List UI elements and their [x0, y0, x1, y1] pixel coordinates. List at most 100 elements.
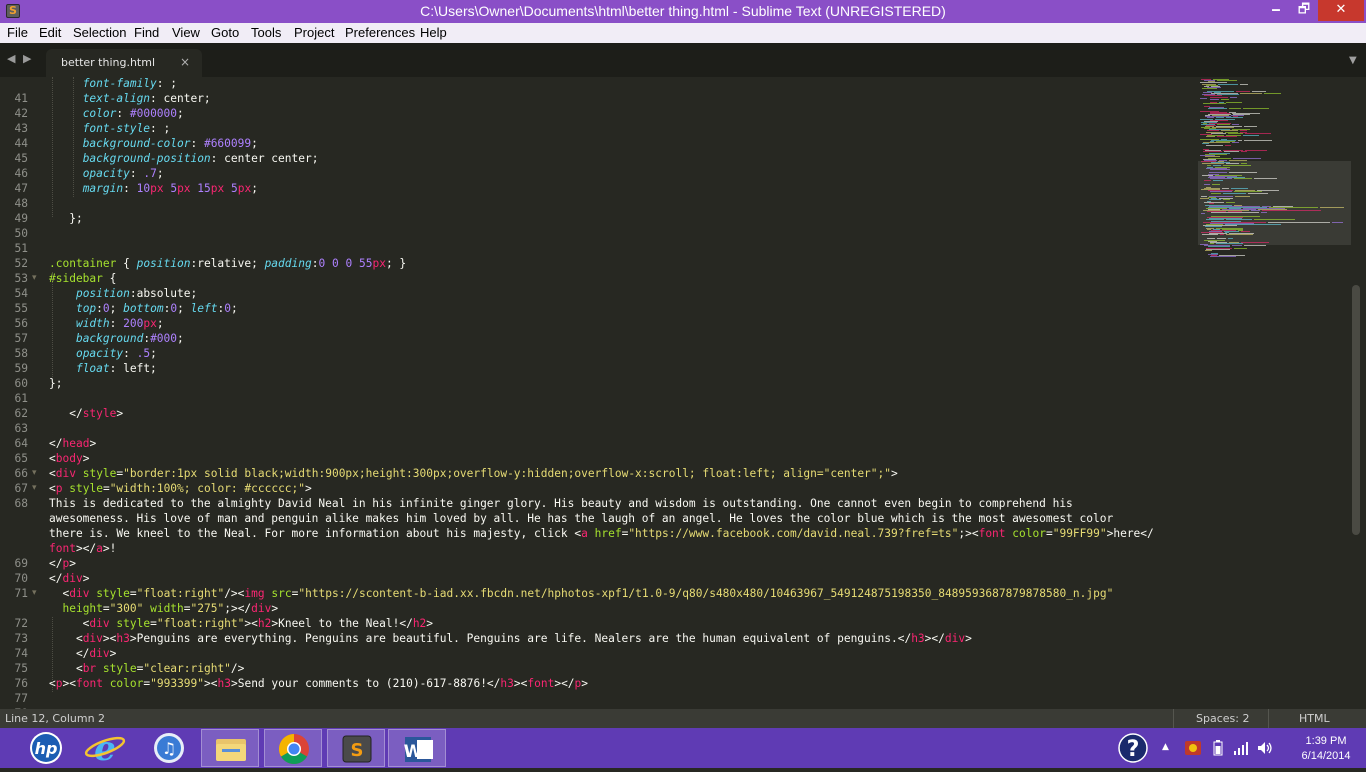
tab-better-thing[interactable]: better thing.html ×	[46, 49, 202, 77]
code-line[interactable]: <p><font color="993399"><h3>Send your co…	[49, 676, 588, 691]
code-line[interactable]: font-family: ;	[49, 77, 177, 91]
code-line[interactable]: background-position: center center;	[49, 151, 319, 166]
syntax-setting[interactable]: HTML	[1299, 712, 1330, 725]
code-line[interactable]: #sidebar {	[49, 271, 116, 286]
restore-button[interactable]: 🗗	[1290, 0, 1318, 21]
line-number: 43	[14, 122, 28, 135]
line-number: 60	[14, 377, 28, 390]
indentation-setting[interactable]: Spaces: 2	[1196, 712, 1249, 725]
code-line[interactable]: <div style="float:right"><h2>Kneel to th…	[49, 616, 433, 631]
menu-goto[interactable]: Goto	[211, 25, 239, 40]
code-line[interactable]: <div style="border:1px solid black;width…	[49, 466, 898, 481]
code-line[interactable]: float: left;	[49, 361, 157, 376]
line-number: 48	[14, 197, 28, 210]
menu-selection[interactable]: Selection	[73, 25, 126, 40]
line-number: 77	[14, 692, 28, 705]
line-number: 59	[14, 362, 28, 375]
code-line[interactable]: .container { position:relative; padding:…	[49, 256, 406, 271]
minimap-line	[1205, 250, 1212, 252]
close-button[interactable]: ✕	[1318, 0, 1364, 21]
code-line[interactable]: </div>	[49, 571, 89, 586]
code-line[interactable]: <div><h3>Penguins are everything. Pengui…	[49, 631, 972, 646]
menu-help[interactable]: Help	[420, 25, 447, 40]
vertical-scrollbar[interactable]	[1352, 285, 1360, 535]
signal-icon[interactable]	[1233, 740, 1249, 760]
tab-dropdown-icon[interactable]: ▼	[1349, 55, 1357, 66]
sublime-text-icon[interactable]: S	[327, 729, 385, 767]
code-line[interactable]: <p style="width:100%; color: #cccccc;">	[49, 481, 312, 496]
code-line[interactable]: there is. We kneel to the Neal. For more…	[49, 526, 1154, 541]
menu-edit[interactable]: Edit	[39, 25, 61, 40]
code-line[interactable]: font-style: ;	[49, 121, 171, 136]
editor[interactable]: font-family: ; 41 text-align: center; 42 c…	[0, 77, 1366, 709]
code-line[interactable]: };	[49, 376, 62, 391]
code-line[interactable]: <div style="float:right"/><img src="http…	[49, 586, 1113, 601]
minimap-line	[1205, 226, 1222, 227]
itunes-icon[interactable]: ♫	[140, 729, 198, 767]
battery-icon[interactable]	[1213, 740, 1223, 760]
tab-close-icon[interactable]: ×	[180, 55, 190, 69]
menu-project[interactable]: Project	[294, 25, 334, 40]
code-line[interactable]: opacity: .5;	[49, 346, 157, 361]
code-line[interactable]: background-color: #660099;	[49, 136, 258, 151]
system-clock[interactable]: 1:39 PM 6/14/2014	[1289, 734, 1363, 764]
minimap-line	[1254, 177, 1277, 179]
minimap-line	[1229, 172, 1257, 174]
chrome-icon[interactable]	[264, 729, 322, 767]
volume-icon[interactable]	[1256, 740, 1274, 760]
code-line[interactable]: color: #000000;	[49, 106, 184, 121]
code-line[interactable]: opacity: .7;	[49, 166, 164, 181]
menu-find[interactable]: Find	[134, 25, 159, 40]
tab-next-icon[interactable]: ▶	[23, 52, 31, 65]
fold-arrow-icon[interactable]: ▾	[32, 271, 40, 286]
code-line[interactable]: awesomeness. His love of man and penguin…	[49, 511, 1113, 526]
code-line[interactable]: width: 200px;	[49, 316, 164, 331]
line-number: 70	[14, 572, 28, 585]
file-explorer-icon[interactable]	[201, 729, 259, 767]
line-number: 63	[14, 422, 28, 435]
menu-preferences[interactable]: Preferences	[345, 25, 415, 40]
code-line[interactable]: };	[49, 211, 82, 226]
code-line[interactable]: <br style="clear:right"/>	[49, 661, 244, 676]
menu-view[interactable]: View	[172, 25, 200, 40]
code-line[interactable]: </head>	[49, 436, 96, 451]
minimap-line	[1204, 179, 1211, 181]
minimap-line	[1206, 145, 1223, 147]
code-line[interactable]: margin: 10px 5px 15px 5px;	[49, 181, 258, 196]
fold-arrow-icon[interactable]: ▾	[32, 481, 40, 496]
show-hidden-icons-chevron[interactable]: ▲	[1162, 742, 1169, 752]
menu-tools[interactable]: Tools	[251, 25, 281, 40]
code-line[interactable]: font></a>!	[49, 541, 116, 556]
code-line[interactable]: height="300" width="275";></div>	[49, 601, 278, 616]
code-line[interactable]: top:0; bottom:0; left:0;	[49, 301, 238, 316]
line-number: 57	[14, 332, 28, 345]
minimap-line	[1231, 188, 1248, 190]
code-line[interactable]: </p>	[49, 556, 76, 571]
hp-icon[interactable]: hp	[17, 729, 75, 767]
minimize-button[interactable]: 🗕	[1262, 0, 1290, 21]
code-line[interactable]: This is dedicated to the almighty David …	[49, 496, 1073, 511]
minimap-line	[1241, 241, 1269, 243]
internet-explorer-icon[interactable]: e	[76, 729, 134, 769]
code-line[interactable]: </div>	[49, 646, 116, 661]
code-line[interactable]: background:#000;	[49, 331, 184, 346]
fold-arrow-icon[interactable]: ▾	[32, 466, 40, 481]
menu-file[interactable]: File	[7, 25, 28, 40]
minimap[interactable]	[1198, 77, 1351, 709]
code-line[interactable]: position:absolute;	[49, 286, 197, 301]
minimap-line	[1202, 88, 1217, 90]
minimap-line	[1234, 177, 1252, 179]
word-icon[interactable]: W	[388, 729, 446, 767]
minimap-line	[1202, 163, 1224, 164]
code-line[interactable]: <body>	[49, 451, 89, 466]
help-icon[interactable]: ?	[1117, 732, 1149, 768]
line-number: 76	[14, 677, 28, 690]
minimap-line	[1217, 80, 1237, 82]
status-divider	[1173, 709, 1174, 728]
tab-prev-icon[interactable]: ◀	[7, 52, 15, 65]
tray-app-icon[interactable]	[1184, 740, 1202, 760]
code-line[interactable]: </style>	[49, 406, 123, 421]
fold-arrow-icon[interactable]: ▾	[32, 586, 40, 601]
minimap-line	[1234, 191, 1262, 193]
tab-label: better thing.html	[61, 56, 156, 69]
